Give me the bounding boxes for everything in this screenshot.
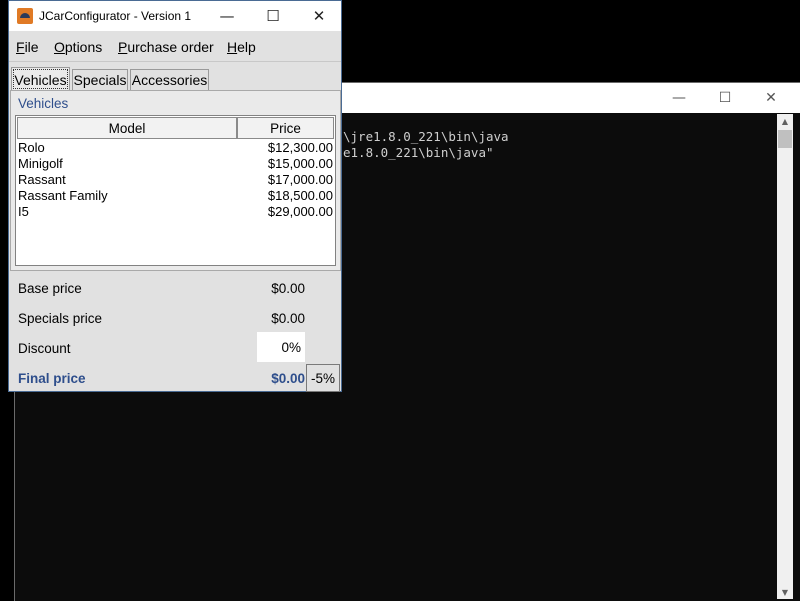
menu-bar: File Options Purchase order Help (9, 31, 341, 62)
table-row[interactable]: Rassant $17,000.00 (18, 172, 333, 188)
menu-file-mnemonic: F (16, 39, 25, 55)
panel-title: Vehicles (18, 96, 69, 111)
scroll-thumb[interactable] (778, 130, 792, 148)
model-cell: Rassant (18, 172, 66, 187)
tab-vehicles[interactable]: Vehicles (11, 67, 70, 91)
column-header-model[interactable]: Model (17, 117, 237, 139)
console-output: \jre1.8.0_221\bin\java e1.8.0_221\bin\jav… (343, 129, 509, 161)
console-line: e1.8.0_221\bin\java" (343, 145, 494, 160)
model-cell: Minigolf (18, 156, 63, 171)
menu-options-label: ptions (64, 39, 103, 55)
model-cell: I5 (18, 204, 29, 219)
console-minimize-button[interactable]: — (656, 83, 702, 113)
table-row[interactable]: I5 $29,000.00 (18, 204, 333, 220)
model-cell: Rolo (18, 140, 45, 155)
price-cell: $18,500.00 (267, 188, 333, 203)
vehicles-table: Model Price Rolo $12,300.00 Minigolf $15,0… (15, 115, 336, 266)
price-cell: $29,000.00 (267, 204, 333, 219)
menu-options[interactable]: Options (54, 39, 102, 55)
discount-label: Discount (18, 341, 71, 356)
table-row[interactable]: Rassant Family $18,500.00 (18, 188, 333, 204)
menu-file[interactable]: File (16, 39, 39, 55)
console-maximize-button[interactable]: ☐ (702, 83, 748, 113)
table-row[interactable]: Rolo $12,300.00 (18, 140, 333, 156)
model-cell: Rassant Family (18, 188, 108, 203)
menu-help-mnemonic: H (227, 39, 238, 55)
specials-price-value: $0.00 (271, 311, 305, 326)
app-logo-icon (17, 8, 33, 24)
app-window: JCarConfigurator - Version 1 — ☐ ✕ File … (8, 0, 342, 392)
final-price-value: $0.00 (271, 371, 305, 386)
vehicles-panel: Vehicles Model Price Rolo $12,300.00 Mini… (10, 90, 341, 271)
maximize-button[interactable]: ☐ (250, 1, 296, 31)
discount-minus-5-button[interactable]: -5% (306, 364, 340, 392)
scroll-down-icon[interactable]: ▼ (777, 585, 793, 599)
window-title: JCarConfigurator - Version 1 (39, 9, 192, 23)
final-price-label: Final price (18, 371, 86, 386)
price-cell: $12,300.00 (267, 140, 333, 155)
table-body: Rolo $12,300.00 Minigolf $15,000.00 Rassan… (18, 140, 333, 220)
close-button[interactable]: ✕ (296, 1, 342, 31)
base-price-label: Base price (18, 281, 82, 296)
table-row[interactable]: Minigolf $15,000.00 (18, 156, 333, 172)
menu-file-label: ile (24, 39, 39, 55)
menu-options-mnemonic: O (54, 39, 65, 55)
tab-accessories[interactable]: Accessories (130, 69, 209, 90)
scroll-up-icon[interactable]: ▲ (777, 114, 793, 128)
console-scrollbar[interactable]: ▲ ▼ (777, 114, 793, 599)
price-cell: $17,000.00 (267, 172, 333, 187)
column-header-price[interactable]: Price (237, 117, 334, 139)
menu-help-label: elp (237, 39, 256, 55)
price-cell: $15,000.00 (267, 156, 333, 171)
menu-purchase-mnemonic: P (118, 39, 128, 55)
menu-purchase-label: urchase order (127, 39, 214, 55)
table-header: Model Price (17, 117, 334, 139)
menu-help[interactable]: Help (227, 39, 256, 55)
menu-purchase-order[interactable]: Purchase order (118, 39, 214, 55)
console-close-button[interactable]: ✕ (748, 83, 794, 113)
minimize-button[interactable]: — (204, 1, 250, 31)
console-line: \jre1.8.0_221\bin\java (343, 129, 509, 144)
base-price-value: $0.00 (271, 281, 305, 296)
discount-field[interactable]: 0% (257, 332, 305, 362)
tab-specials[interactable]: Specials (72, 69, 128, 90)
specials-price-label: Specials price (18, 311, 103, 326)
app-titlebar: JCarConfigurator - Version 1 — ☐ ✕ (9, 1, 341, 31)
